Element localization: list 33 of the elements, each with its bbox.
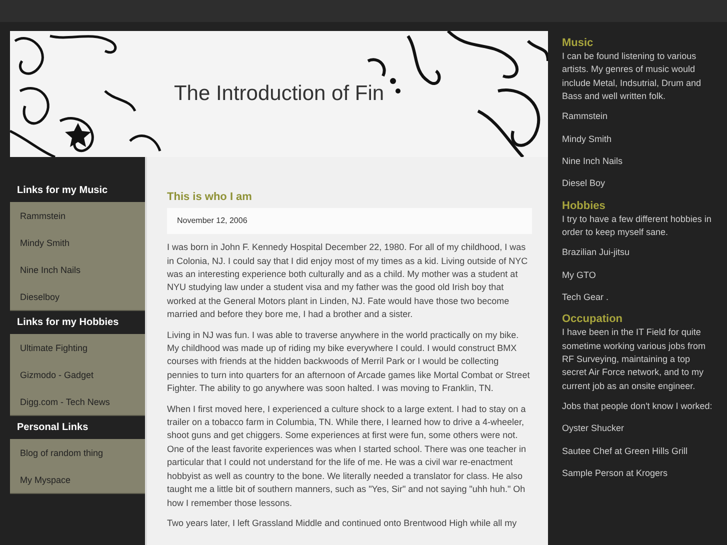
list-item: My GTO (562, 268, 597, 282)
list-item: Mindy Smith (562, 132, 613, 146)
list-item: Tech Gear . (562, 290, 610, 304)
post-title: This is who I am (167, 191, 253, 204)
section-description: I can be found listening to various artists. My genres of music would include Metal, Indsutrial, Drum and Bass and well written folk. (562, 50, 702, 104)
list-item: Sautee Chef at Green Hills Grill (562, 444, 689, 458)
section-description: I try to have a few different hobbies in order to keep myself sane. (562, 212, 712, 240)
site-title: The Introduction of Fin (174, 81, 384, 107)
paragraph: Living in NJ was fun. I was able to traverse anywhere in the world practically on my bike. My childhood was made up of riding my bike everywhere I could. I would construct BMX courses with friends at the hidden backwoods of Merril Park or I would be collecting pennies to turn into quarters for an afternoon of Arcade games like Mortal Combat or Street Fighter. The ability to go anywhere was soon halted. I was moving to Franklin, TN. (167, 328, 531, 396)
list-item: Sample Person at Krogers (562, 466, 669, 480)
list-item: Oyster Shucker (562, 422, 626, 436)
sidebar-link[interactable]: Rammstein (10, 202, 145, 229)
sidebar-link[interactable]: Blog of random thing (10, 439, 145, 466)
paragraph: When I first moved here, I experienced a culture shock to a large extent. I had to stay on a trailer on a tobacco farm in Columbia, TN. While there, I learned how to drive a 4-wheeler, shoot guns and get chiggers. Some experiences at first were fun, some others were not. One of the least favorite experiences was when I started school. There was one teacher in particular that I could not understand for the life of me. He was a civil war re-enactment hobbyist as well as country to the bone. We literally needed a translator for class. He also taught me a little bit of southern manners, such as "Yes, Sir" and not saying "uhh huh." Oh how I remember those lessons. (167, 402, 528, 510)
sidebar-link[interactable]: Nine Inch Nails (10, 256, 145, 283)
section-heading: Music (562, 37, 594, 50)
sidebar-link[interactable]: Digg.com - Tech News (10, 388, 145, 415)
sidebar-link[interactable]: Ultimate Fighting (10, 334, 145, 361)
section-heading: Occupation (562, 313, 624, 326)
paragraph: Two years later, I left Grassland Middle and continued onto Brentwood High while all my (167, 516, 518, 530)
list-item: Rammstein (562, 110, 609, 124)
list-item: Diesel Boy (562, 177, 606, 190)
section-heading: Hobbies (562, 200, 606, 213)
sidebar-link[interactable]: Dieselboy (10, 283, 145, 310)
list-item: Nine Inch Nails (562, 154, 624, 168)
paragraph: I was born in John F. Kennedy Hospital December 22, 1980. For all of my childhood, I was in Colonia, NJ. I could say that I did enjoy most of my times as a kid. Living outside of NYC was an interesting experience both culturally and as a child. My mother was a student at NYU studying law under a student visa and my father was the good old Irish boy that worked at the General Motors plant in Linden, NJ. Fate would have those two become married and before they bore me, I had a brother and a sister. (167, 241, 529, 322)
sidebar-link[interactable]: Gizmodo - Gadget (10, 361, 145, 388)
post-date: November 12, 2006 (167, 208, 532, 234)
list-item: Brazilian Jui-jitsu (562, 246, 631, 260)
section-description: I have been in the IT Field for quite sometime working various jobs from RF Surveying, maintaining a top secret Air Force network, and to my current job as an onsite engineer. (562, 326, 707, 393)
sidebar-link[interactable]: Mindy Smith (10, 229, 145, 256)
list-item: Jobs that people don't know I worked: (562, 400, 714, 413)
sidebar-link[interactable]: My Myspace (10, 466, 145, 493)
